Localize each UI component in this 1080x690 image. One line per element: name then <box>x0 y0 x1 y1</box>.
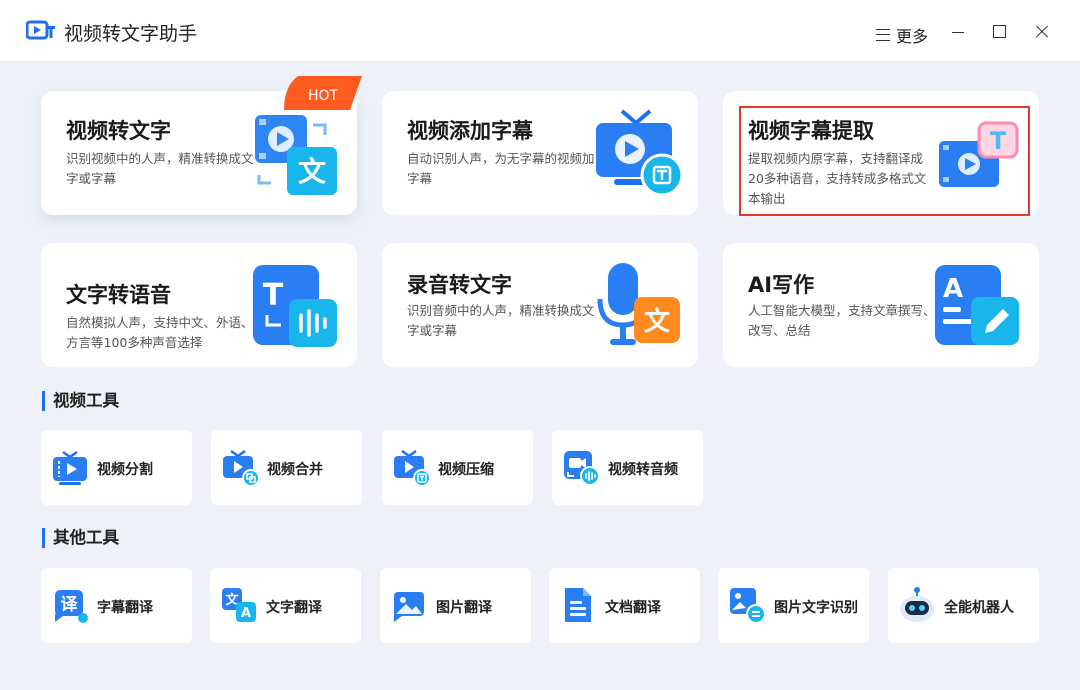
card-title: 录音转文字 <box>407 273 512 297</box>
wen-glyph: 文 <box>298 155 326 188</box>
video-compress-icon <box>394 449 430 486</box>
tool-video-merge[interactable]: 视频合并 <box>211 430 362 505</box>
app-title: 视频转文字助手 <box>64 23 198 45</box>
t-glyph: T <box>990 127 1007 155</box>
tool-image-translate[interactable]: 图片翻译 <box>380 568 531 643</box>
ai-writing-icon: A <box>935 265 1019 345</box>
tool-text-translate[interactable]: 文 A 文字翻译 <box>210 568 361 643</box>
yi-glyph: 译 <box>61 595 79 615</box>
tool-label: 文字翻译 <box>266 600 322 616</box>
minimize-button[interactable] <box>948 22 968 42</box>
text-to-speech-icon: T <box>253 265 337 347</box>
tool-label: 图片翻译 <box>436 600 492 616</box>
tool-label: 字幕翻译 <box>97 600 153 616</box>
a-glyph: A <box>943 274 963 304</box>
tool-label: 视频分割 <box>97 462 153 478</box>
t-glyph: T <box>263 278 284 313</box>
video-to-text-icon: 文 <box>255 115 337 195</box>
hot-label: HOT <box>308 88 339 104</box>
card-add-subtitles[interactable]: 视频添加字幕 自动识别人声，为无字幕的视频加字幕 <box>382 91 698 215</box>
tool-subtitle-translate[interactable]: 译 字幕翻译 <box>41 568 192 643</box>
card-title: AI写作 <box>748 273 815 297</box>
card-title: 文字转语音 <box>66 283 171 307</box>
card-text-to-speech[interactable]: 文字转语音 自然模拟人声，支持中文、外语、方言等100多种声音选择 T <box>41 243 357 367</box>
card-subtitle-extract[interactable]: 视频字幕提取 提取视频内原字幕，支持翻译成20多种语音，支持转成多格式文本输出 … <box>723 91 1039 215</box>
tool-label: 视频转音频 <box>608 462 678 478</box>
tool-image-text-recognition[interactable]: 图片文字识别 <box>718 568 869 643</box>
card-title: 视频字幕提取 <box>748 119 874 143</box>
card-desc: 识别音频中的人声，精准转换成文字或字幕 <box>407 303 595 338</box>
text-translate-icon: 文 A <box>222 588 256 622</box>
more-label: 更多 <box>896 27 929 46</box>
tool-label: 全能机器人 <box>944 600 1014 616</box>
maximize-button[interactable] <box>990 22 1010 42</box>
tool-all-in-one-robot[interactable]: 全能机器人 <box>888 568 1039 643</box>
more-menu-button[interactable]: 更多 <box>876 24 928 46</box>
tool-label: 文档翻译 <box>605 600 661 616</box>
menu-icon <box>876 29 890 41</box>
card-ai-writing[interactable]: AI写作 人工智能大模型，支持文章撰写、改写、总结 A <box>723 243 1039 367</box>
card-desc: 识别视频中的人声，精准转换成文字或字幕 <box>66 151 254 186</box>
card-desc: 自然模拟人声，支持中文、外语、方言等100多种声音选择 <box>66 315 254 350</box>
document-translate-icon <box>565 588 591 622</box>
subtitle-extract-icon: T <box>939 121 1019 187</box>
tool-label: 视频合并 <box>267 462 323 478</box>
tool-video-to-audio[interactable]: 视频转音频 <box>552 430 703 505</box>
audio-to-text-icon: 文 <box>597 263 680 345</box>
image-ocr-icon <box>730 588 766 624</box>
section-title-video-tools: 视频工具 <box>42 391 119 411</box>
close-button[interactable] <box>1032 22 1052 42</box>
app-logo-icon <box>26 20 55 40</box>
robot-icon <box>900 587 934 622</box>
tool-label: 图片文字识别 <box>774 600 858 616</box>
video-split-icon <box>53 450 87 485</box>
image-translate-icon <box>394 592 424 622</box>
hot-badge: HOT <box>284 76 362 110</box>
section-title-other-tools: 其他工具 <box>42 528 119 548</box>
tool-video-compress[interactable]: 视频压缩 <box>382 430 533 505</box>
tool-document-translate[interactable]: 文档翻译 <box>549 568 700 643</box>
card-audio-to-text[interactable]: 录音转文字 识别音频中的人声，精准转换成文字或字幕 文 <box>382 243 698 367</box>
tool-label: 视频压缩 <box>438 462 494 478</box>
video-to-audio-icon <box>564 451 600 486</box>
card-title: 视频添加字幕 <box>407 119 533 143</box>
card-desc: 自动识别人声，为无字幕的视频加字幕 <box>407 151 595 186</box>
a-glyph: A <box>241 606 251 621</box>
subtitle-translate-icon: 译 <box>55 590 88 623</box>
title-bar: 视频转文字助手 更多 <box>0 0 1080 62</box>
tool-video-split[interactable]: 视频分割 <box>41 430 192 505</box>
wen-glyph: 文 <box>644 306 671 337</box>
card-desc: 提取视频内原字幕，支持翻译成20多种语音，支持转成多格式文本输出 <box>748 151 927 206</box>
card-title: 视频转文字 <box>66 119 171 143</box>
add-subtitles-icon <box>596 109 684 197</box>
video-merge-icon <box>223 449 259 486</box>
card-desc: 人工智能大模型，支持文章撰写、改写、总结 <box>748 303 936 338</box>
